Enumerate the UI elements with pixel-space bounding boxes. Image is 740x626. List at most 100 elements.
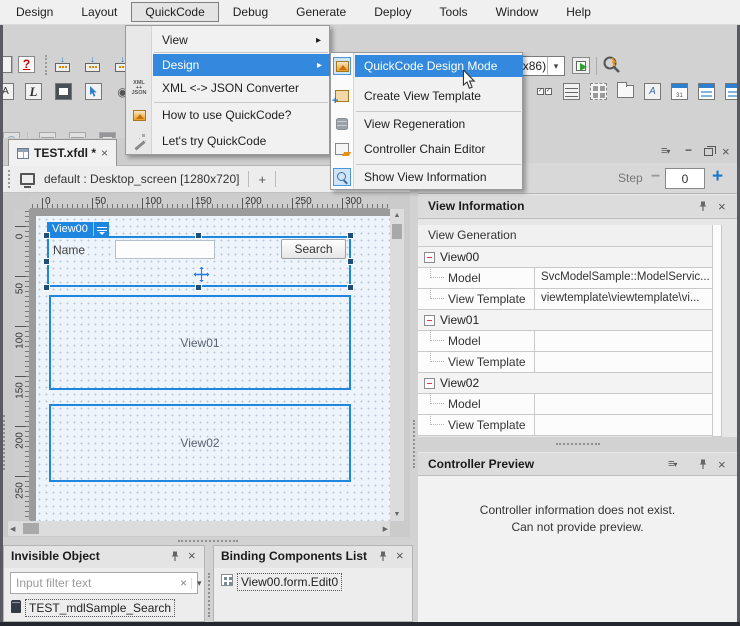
table-row-view00-template[interactable]: View Template viewtemplate\viewtemplate\… — [418, 289, 712, 310]
menu-tools[interactable]: Tools — [426, 2, 482, 22]
menu-quickcode[interactable]: QuickCode — [131, 2, 218, 22]
view01-container[interactable]: View01 — [49, 295, 351, 390]
toolbar-grip[interactable] — [45, 55, 49, 75]
resize-handle[interactable] — [195, 284, 202, 291]
dock-close-icon[interactable]: × — [722, 144, 730, 159]
panel-menu-icon[interactable]: ≡▾ — [668, 458, 676, 470]
name-static-label[interactable]: Name — [53, 243, 85, 257]
collapse-icon[interactable] — [424, 315, 435, 326]
tab-component-icon[interactable] — [616, 82, 635, 101]
panel-close-icon[interactable]: × — [396, 548, 404, 563]
pin-icon[interactable] — [698, 459, 708, 473]
dock-panels-splitter[interactable] — [418, 437, 737, 452]
dock-menu-icon[interactable]: ≡▾ — [661, 145, 669, 157]
menuitem-view[interactable]: View ▸ — [153, 29, 329, 51]
view02-container[interactable]: View02 — [49, 404, 351, 482]
import-model-icon[interactable]: ↓ — [53, 54, 72, 73]
canvas-horizontal-scrollbar[interactable]: ◀ ▶ — [8, 521, 390, 536]
menuitem-lets-try-quickcode[interactable]: Let's try QuickCode — [153, 130, 329, 152]
grid-component-icon[interactable] — [589, 82, 608, 101]
pin-icon[interactable] — [698, 201, 708, 215]
panel-layout-icon[interactable] — [54, 82, 73, 101]
form-surface[interactable]: View00 Name Search View01 Vie — [36, 216, 390, 521]
add-screen-button[interactable]: + — [258, 172, 266, 187]
hscroll-thumb[interactable] — [23, 523, 39, 534]
collapse-icon[interactable] — [424, 378, 435, 389]
scroll-left-icon[interactable]: ◀ — [10, 525, 15, 533]
scroll-down-icon[interactable]: ▼ — [390, 511, 404, 518]
menu-help[interactable]: Help — [552, 2, 605, 22]
menuitem-how-to-use-quickcode[interactable]: How to use QuickCode? — [153, 104, 329, 126]
drag-grip-icon[interactable] — [8, 170, 12, 188]
panel-close-icon[interactable]: × — [718, 457, 726, 472]
resize-handle[interactable] — [347, 284, 354, 291]
canvas-bottom-splitter[interactable] — [3, 537, 410, 545]
menu-debug[interactable]: Debug — [219, 2, 282, 22]
search-button-widget[interactable]: Search — [281, 239, 346, 259]
pin-icon[interactable] — [378, 551, 388, 565]
menuitem-create-view-template[interactable]: Create View Template — [355, 85, 522, 107]
table-row-view02-template[interactable]: View Template — [418, 415, 712, 436]
view-filter-icon[interactable] — [93, 222, 109, 237]
resize-handle[interactable] — [43, 232, 50, 239]
italic-style-icon[interactable]: L — [24, 82, 43, 101]
scroll-up-icon[interactable]: ▲ — [390, 212, 404, 219]
help-tool-icon[interactable]: ? — [17, 55, 36, 74]
resize-handle[interactable] — [347, 258, 354, 265]
form-design-canvas[interactable]: View00 Name Search View01 Vie — [30, 209, 390, 521]
panel-close-icon[interactable]: × — [718, 199, 726, 214]
view00-container[interactable]: Name Search — [47, 236, 351, 287]
combo-arrow-icon[interactable]: ▾ — [547, 57, 564, 75]
canvas-vertical-scrollbar[interactable]: ▲ ▼ — [390, 209, 404, 521]
step-increment-button[interactable]: + — [712, 166, 723, 188]
step-value-input[interactable] — [665, 168, 705, 189]
menuitem-show-view-information[interactable]: Show View Information — [355, 166, 522, 188]
object-filter-input[interactable] — [11, 576, 176, 590]
quick-search-icon[interactable] — [602, 55, 622, 75]
textarea-component-icon[interactable]: A — [643, 82, 662, 101]
invisible-object-item[interactable]: TEST_mdlSample_Search — [25, 599, 175, 617]
menuitem-xml-json-converter[interactable]: XML <-> JSON Converter — [153, 77, 329, 99]
listbox-component-icon[interactable] — [562, 82, 581, 101]
screen-label[interactable]: default : Desktop_screen [1280x720] — [44, 172, 239, 186]
calendar-component-icon[interactable]: 31 — [670, 82, 689, 101]
step-decrement-button[interactable]: − — [651, 168, 660, 186]
vscroll-thumb[interactable] — [392, 224, 402, 239]
menu-deploy[interactable]: Deploy — [360, 2, 425, 22]
monthcalendar-component-icon[interactable] — [697, 82, 716, 101]
scroll-right-icon[interactable]: ▶ — [383, 525, 388, 533]
menuitem-view-regeneration[interactable]: View Regeneration — [355, 113, 522, 135]
table-row-view01[interactable]: View01 — [418, 310, 712, 331]
binding-component-item[interactable]: View00.form.Edit0 — [237, 573, 342, 591]
menu-design[interactable]: Design — [2, 2, 67, 22]
tab-close-icon[interactable]: × — [101, 148, 108, 158]
table-row-view01-template[interactable]: View Template — [418, 352, 712, 373]
collapse-icon[interactable] — [424, 252, 435, 263]
panel-select-icon[interactable] — [84, 82, 103, 101]
resize-handle[interactable] — [347, 232, 354, 239]
view00-tag[interactable]: View00 — [47, 222, 109, 237]
clear-filter-icon[interactable]: × — [176, 576, 191, 590]
resize-handle[interactable] — [43, 258, 50, 265]
launch-project-icon[interactable] — [572, 57, 590, 74]
table-row-view01-model[interactable]: Model — [418, 331, 712, 352]
table-row-view02-model[interactable]: Model — [418, 394, 712, 415]
dock-minimize-icon[interactable]: − — [685, 143, 692, 157]
menuitem-quickcode-design-mode[interactable]: QuickCode Design Mode — [355, 55, 523, 77]
edit0-widget[interactable] — [115, 240, 215, 259]
tab-test-xfdl[interactable]: TEST.xfdl * × — [8, 139, 117, 166]
table-row-view02[interactable]: View02 — [418, 373, 712, 394]
import-view-icon[interactable]: ↓ — [83, 54, 102, 73]
panel-close-icon[interactable]: × — [188, 548, 196, 563]
left-edge-grip[interactable] — [3, 415, 7, 470]
resize-handle[interactable] — [43, 284, 50, 291]
menuitem-controller-chain-editor[interactable]: Controller Chain Editor — [355, 138, 522, 160]
menu-window[interactable]: Window — [482, 2, 553, 22]
menu-generate[interactable]: Generate — [282, 2, 360, 22]
menuitem-design[interactable]: Design ▸ — [153, 54, 330, 76]
checkbox-component-icon[interactable]: ✓✓ — [535, 82, 554, 101]
dock-restore-icon[interactable] — [704, 148, 713, 156]
pin-icon[interactable] — [170, 551, 180, 565]
table-row-view00[interactable]: View00 — [418, 247, 712, 268]
bottom-panels-splitter[interactable] — [205, 545, 213, 622]
